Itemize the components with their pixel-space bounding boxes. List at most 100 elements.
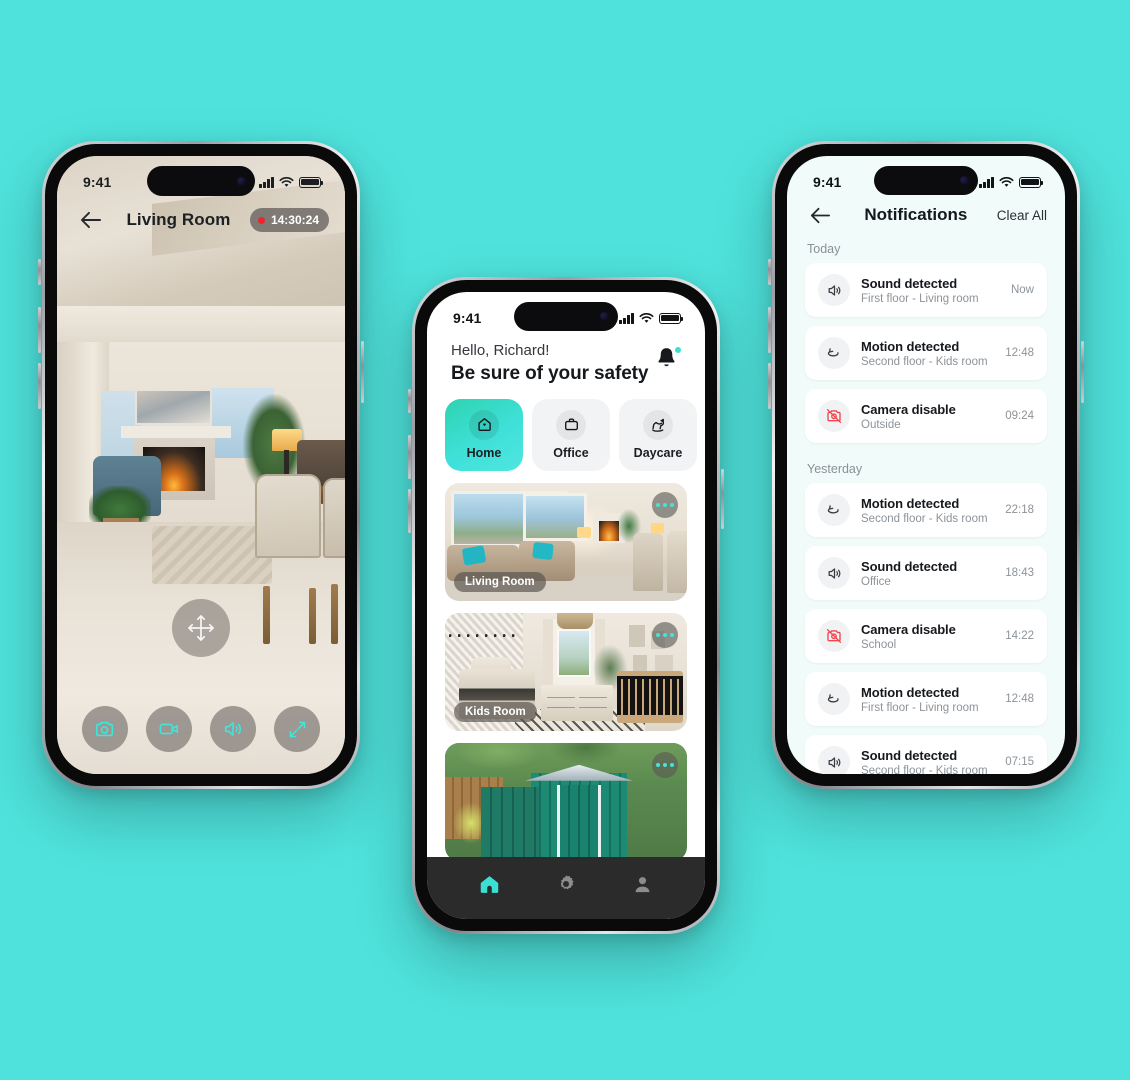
power-button[interactable] xyxy=(361,341,364,403)
back-button[interactable] xyxy=(805,200,835,230)
tab-home[interactable]: Home xyxy=(445,398,523,471)
notification-item[interactable]: Sound detected First floor - Living room… xyxy=(805,263,1047,317)
house-icon xyxy=(469,409,499,440)
expand-arrows-icon xyxy=(289,721,305,737)
location-tabs: Home Office Daycare xyxy=(427,385,705,471)
mute-switch[interactable] xyxy=(408,389,411,413)
notification-time: 22:18 xyxy=(1005,504,1034,516)
phone-notifications: 9:41 Notifications Clear All Today Sound… xyxy=(768,141,1084,789)
home-screen: 9:41 Hello, Richard! Be sure of your saf… xyxy=(427,292,705,919)
dynamic-island xyxy=(514,302,618,331)
notification-title: Motion detected xyxy=(861,684,960,700)
notification-item[interactable]: Motion detected Second floor - Kids room… xyxy=(805,483,1047,537)
more-options-icon[interactable] xyxy=(652,621,678,648)
camera-icon xyxy=(95,721,114,737)
camera-label: Kids Room xyxy=(454,701,537,722)
volume-up-button[interactable] xyxy=(38,307,41,353)
briefcase-icon xyxy=(556,409,586,440)
notification-title: Sound detected xyxy=(861,747,958,763)
record-button[interactable] xyxy=(146,706,192,752)
sound-icon xyxy=(818,274,850,306)
house-filled-icon xyxy=(480,875,499,893)
notifications-list[interactable]: Today Sound detected First floor - Livin… xyxy=(787,232,1065,774)
tabbar-settings[interactable] xyxy=(546,867,586,901)
group-label: Yesterday xyxy=(807,462,863,476)
notification-subtitle: School xyxy=(861,638,897,651)
power-button[interactable] xyxy=(1081,341,1084,403)
notification-item[interactable]: Motion detected Second floor - Kids room… xyxy=(805,326,1047,380)
pan-tilt-move-icon xyxy=(188,615,214,641)
tab-label: Office xyxy=(553,445,589,460)
camera-label: Living Room xyxy=(454,571,546,592)
notification-item[interactable]: Sound detected Office 18:43 xyxy=(805,546,1047,600)
notification-item[interactable]: Camera disable Outside 09:24 xyxy=(805,389,1047,443)
pan-tilt-joystick[interactable] xyxy=(172,599,230,657)
notifications-screen: 9:41 Notifications Clear All Today Sound… xyxy=(787,156,1065,774)
back-button[interactable] xyxy=(73,203,107,237)
dynamic-island xyxy=(874,166,978,195)
speaker-icon xyxy=(224,722,241,736)
camera-card-outside[interactable] xyxy=(445,742,687,861)
group-label: Today xyxy=(807,242,841,256)
notification-time: Now xyxy=(1010,284,1034,296)
phone-home-screen: 9:41 Hello, Richard! Be sure of your saf… xyxy=(408,277,724,934)
rocking-horse-icon xyxy=(643,409,673,440)
notification-time: 12:48 xyxy=(1005,347,1034,359)
notification-subtitle: Second floor - Kids room xyxy=(861,355,988,368)
mute-switch[interactable] xyxy=(768,259,771,285)
notification-subtitle: First floor - Living room xyxy=(861,292,979,305)
notification-time: 14:22 xyxy=(1005,630,1034,642)
greeting-text: Hello, Richard! xyxy=(451,342,550,359)
notification-time: 12:48 xyxy=(1005,693,1034,705)
dynamic-island xyxy=(147,166,255,196)
camera-card-living-room[interactable]: Living Room xyxy=(445,482,687,601)
recording-dot-icon xyxy=(257,216,265,224)
camera-card-kids-room[interactable]: Kids Room xyxy=(445,612,687,731)
clear-all-button[interactable]: Clear All xyxy=(997,208,1047,223)
notification-subtitle: First floor - Living room xyxy=(861,701,979,714)
battery-icon xyxy=(1019,176,1044,188)
notification-time: 07:15 xyxy=(1005,756,1034,768)
volume-down-button[interactable] xyxy=(768,363,771,409)
status-time: 9:41 xyxy=(83,174,112,190)
snapshot-button[interactable] xyxy=(82,706,128,752)
tabbar-profile[interactable] xyxy=(623,867,663,901)
notifications-button[interactable] xyxy=(655,346,682,374)
camera-live-feed[interactable] xyxy=(57,156,345,774)
live-view-controls xyxy=(57,706,345,752)
video-camera-icon xyxy=(159,723,179,735)
notification-title: Sound detected xyxy=(861,558,958,574)
tab-daycare[interactable]: Daycare xyxy=(619,398,697,471)
gear-icon xyxy=(560,875,574,890)
live-view-screen: 9:41 Living Room 14:30:24 xyxy=(57,156,345,774)
volume-up-button[interactable] xyxy=(768,307,771,353)
more-options-icon[interactable] xyxy=(652,491,678,518)
poster-canvas: 9:41 Living Room 14:30:24 9:41 Hello, Ri… xyxy=(0,0,1130,1080)
notification-title: Sound detected xyxy=(861,275,958,291)
notification-item[interactable]: Camera disable School 14:22 xyxy=(805,609,1047,663)
notification-title: Camera disable xyxy=(861,621,956,637)
volume-down-button[interactable] xyxy=(38,363,41,409)
audio-button[interactable] xyxy=(210,706,256,752)
page-title: Living Room xyxy=(126,210,231,229)
battery-icon xyxy=(299,176,324,188)
tabbar-home[interactable] xyxy=(469,867,509,901)
person-icon xyxy=(635,876,650,892)
notification-item[interactable]: Sound detected Second floor - Kids room … xyxy=(805,735,1047,774)
tab-label: Daycare xyxy=(633,445,683,460)
notification-subtitle: Second floor - Kids room xyxy=(861,512,988,525)
wifi-icon xyxy=(279,176,294,187)
tab-office[interactable]: Office xyxy=(532,398,610,471)
volume-down-button[interactable] xyxy=(408,489,411,533)
back-arrow-icon xyxy=(810,207,830,223)
mute-switch[interactable] xyxy=(38,259,41,285)
front-camera-lens xyxy=(960,176,969,185)
motion-icon xyxy=(818,494,850,526)
power-button[interactable] xyxy=(721,469,724,529)
front-camera-lens xyxy=(237,176,246,186)
volume-up-button[interactable] xyxy=(408,435,411,479)
notification-item[interactable]: Motion detected First floor - Living roo… xyxy=(805,672,1047,726)
fullscreen-button[interactable] xyxy=(274,706,320,752)
more-options-icon[interactable] xyxy=(652,751,678,778)
motion-icon xyxy=(818,683,850,715)
